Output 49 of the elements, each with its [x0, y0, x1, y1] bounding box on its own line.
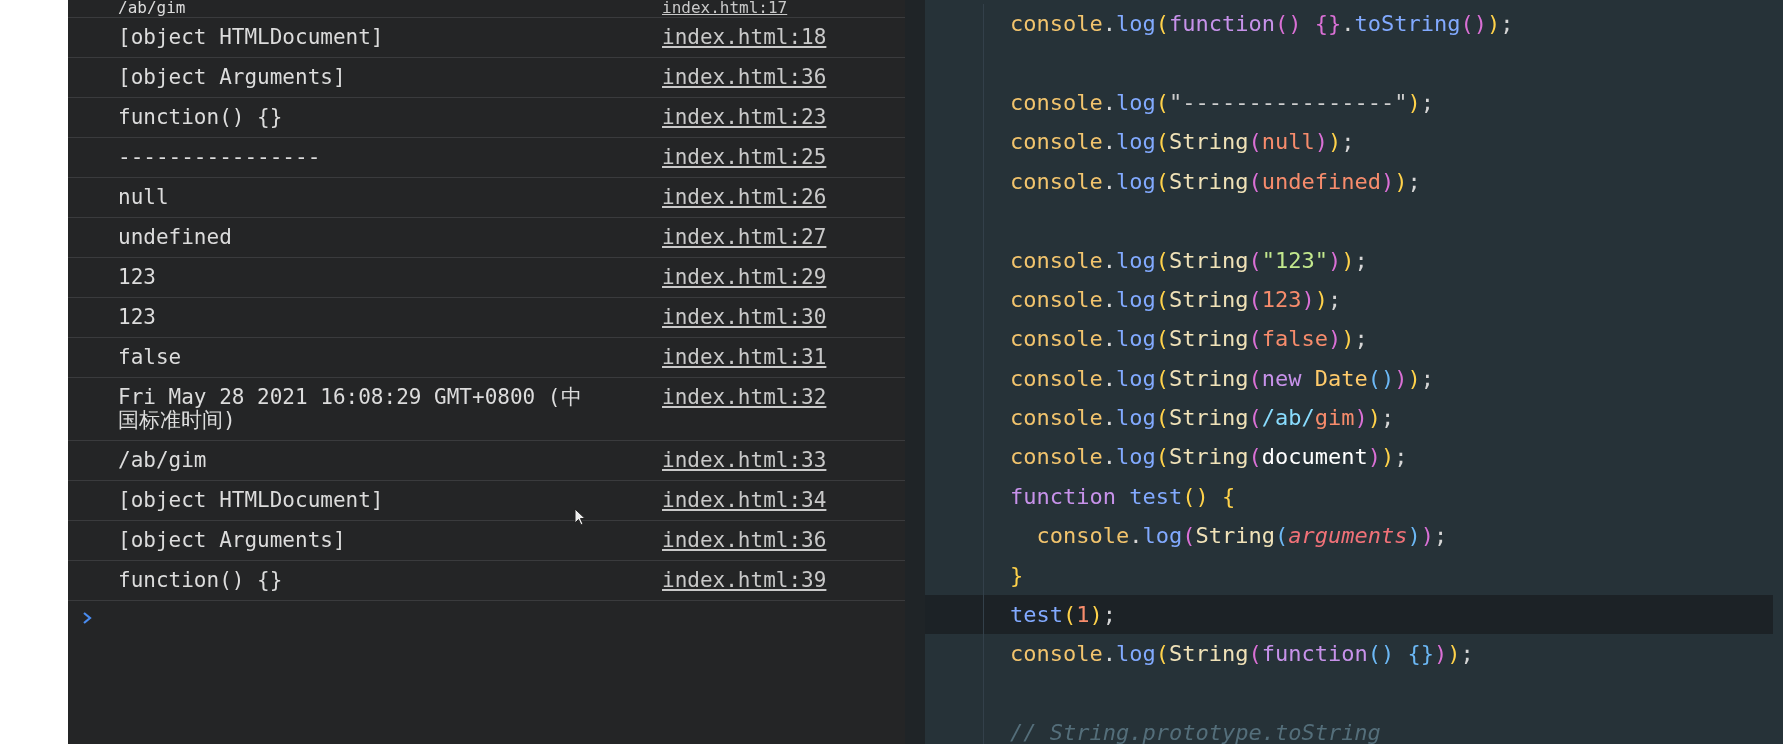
panel-splitter[interactable]	[905, 0, 925, 744]
source-link[interactable]: index.html:30	[662, 306, 827, 329]
console-message: /ab/gim	[118, 0, 187, 16]
console-message: /ab/gim	[118, 449, 208, 472]
console-message: function() {}	[118, 106, 284, 129]
source-link[interactable]: index.html:36	[662, 66, 827, 89]
code-line: console.log(function() {}.toString());	[1009, 11, 1514, 37]
source-link[interactable]: index.html:23	[662, 106, 827, 129]
source-link[interactable]: index.html:25	[662, 146, 827, 169]
console-message: ----------------	[118, 146, 322, 169]
prompt-chevron-icon	[82, 611, 92, 625]
console-message: undefined	[118, 226, 233, 249]
code-line: console.log(String("123"));	[1009, 247, 1368, 273]
console-message: function() {}	[118, 569, 284, 592]
code-line: console.log("----------------");	[1009, 89, 1434, 115]
source-link[interactable]: index.html:32	[662, 386, 827, 409]
console-message: [object Arguments]	[118, 529, 347, 552]
source-link[interactable]: index.html:36	[662, 529, 827, 552]
source-link[interactable]: index.html:39	[662, 569, 827, 592]
code-line: console.log(String(/ab/gim));	[1009, 405, 1395, 431]
source-link[interactable]: index.html:33	[662, 449, 827, 472]
code-line: console.log(String(arguments));	[1035, 523, 1448, 549]
code-line: console.log(String(false));	[1009, 326, 1368, 352]
console-message: null	[118, 186, 170, 209]
code-line: test(1);	[1009, 602, 1116, 628]
code-line: }	[1009, 562, 1024, 588]
console-message: [object HTMLDocument]	[118, 489, 385, 512]
console-message: 123	[118, 306, 157, 329]
code-line: console.log(String(null));	[1009, 129, 1355, 155]
source-link[interactable]: index.html:31	[662, 346, 827, 369]
console-message: 123	[118, 266, 157, 289]
console-message: false	[118, 346, 183, 369]
source-link[interactable]: index.html:26	[662, 186, 827, 209]
mouse-pointer-icon	[574, 508, 586, 526]
code-line: console.log(String(new Date()));	[1009, 365, 1434, 391]
code-line: console.log(String(undefined));	[1009, 168, 1421, 194]
source-link[interactable]: index.html:34	[662, 489, 827, 512]
code-line: // String.prototype.toString	[1009, 720, 1381, 744]
code-line: console.log(String(function() {}));	[1009, 641, 1474, 667]
code-line: console.log(String(123));	[1009, 286, 1342, 312]
code-line: function test() {	[1009, 483, 1236, 509]
console-message: [object Arguments]	[118, 66, 347, 89]
source-link[interactable]: index.html:18	[662, 26, 827, 49]
source-link[interactable]: index.html:29	[662, 266, 827, 289]
console-message: [object HTMLDocument]	[118, 26, 385, 49]
code-line: console.log(String(document));	[1009, 444, 1408, 470]
source-link[interactable]: index.html:27	[662, 226, 827, 249]
source-link[interactable]: index.html:17	[662, 0, 788, 16]
console-message: Fri May 28 2021 16:08:29 GMT+0800 (中国标准时间)	[118, 386, 583, 432]
